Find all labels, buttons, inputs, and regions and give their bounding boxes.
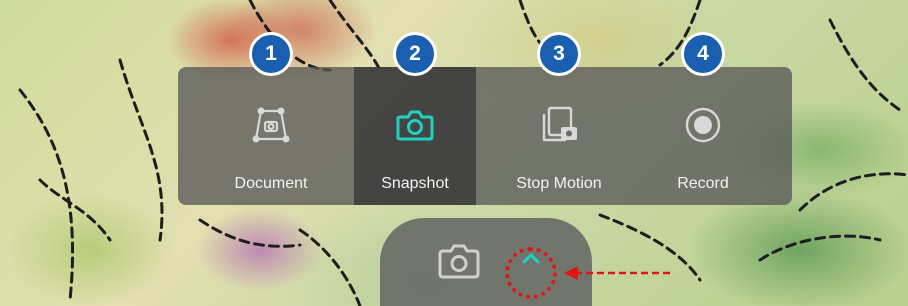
highlight-circle bbox=[505, 247, 557, 299]
capture-control-bar bbox=[380, 218, 592, 306]
stop-motion-icon bbox=[542, 106, 577, 142]
mode-snapshot[interactable]: Snapshot bbox=[354, 67, 476, 205]
mode-document[interactable]: Document bbox=[210, 67, 332, 205]
step-badge-2: 2 bbox=[393, 32, 437, 76]
mode-snapshot-label: Snapshot bbox=[381, 175, 449, 192]
capture-mode-menu: Document Snapshot Stop Motion Record bbox=[178, 67, 792, 205]
step-badge-3: 3 bbox=[537, 32, 581, 76]
document-scan-icon bbox=[252, 107, 290, 143]
mode-document-label: Document bbox=[234, 175, 308, 192]
mode-record-label: Record bbox=[677, 175, 729, 192]
step-badge-1: 1 bbox=[249, 32, 293, 76]
camera-icon bbox=[396, 110, 434, 141]
camera-shutter-icon[interactable] bbox=[437, 242, 481, 280]
camera-preview: Document Snapshot Stop Motion Record 1 2… bbox=[0, 0, 908, 306]
record-icon bbox=[685, 107, 721, 143]
pointer-arrow bbox=[564, 266, 670, 280]
mode-stop-motion[interactable]: Stop Motion bbox=[498, 67, 620, 205]
step-badge-4: 4 bbox=[681, 32, 725, 76]
mode-record[interactable]: Record bbox=[642, 67, 764, 205]
mode-stop-motion-label: Stop Motion bbox=[516, 175, 602, 192]
